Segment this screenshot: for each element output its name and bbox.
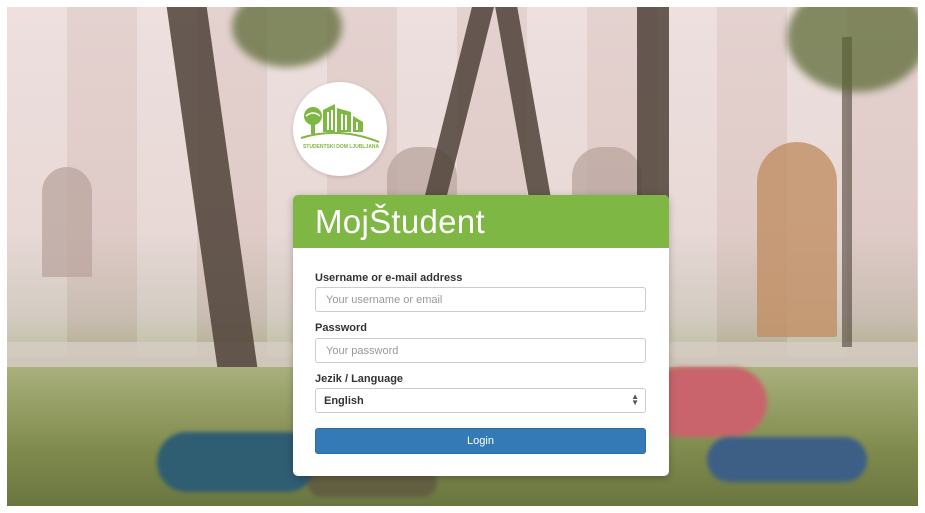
login-card: MojŠtudent Username or e-mail address Pa… xyxy=(293,195,669,476)
login-button[interactable]: Login xyxy=(315,428,646,454)
password-input[interactable] xyxy=(315,338,646,363)
logo: STUDENTSKI DOM LJUBLJANA xyxy=(293,82,387,176)
password-label: Password xyxy=(315,322,367,334)
student-dorm-logo-icon: STUDENTSKI DOM LJUBLJANA xyxy=(300,104,380,150)
background-door xyxy=(757,142,837,337)
background-person xyxy=(707,437,867,482)
language-label: Jezik / Language xyxy=(315,373,404,385)
logo-text: STUDENTSKI DOM LJUBLJANA xyxy=(303,144,380,150)
language-select[interactable]: English ▲ ▼ xyxy=(315,388,646,413)
select-arrows-icon: ▲ ▼ xyxy=(631,392,639,407)
card-header: MojŠtudent xyxy=(293,195,669,248)
language-selected-value: English xyxy=(324,395,364,407)
app-title: MojŠtudent xyxy=(315,203,485,240)
username-input[interactable] xyxy=(315,287,646,312)
background-window xyxy=(42,167,92,277)
username-label: Username or e-mail address xyxy=(315,272,463,284)
